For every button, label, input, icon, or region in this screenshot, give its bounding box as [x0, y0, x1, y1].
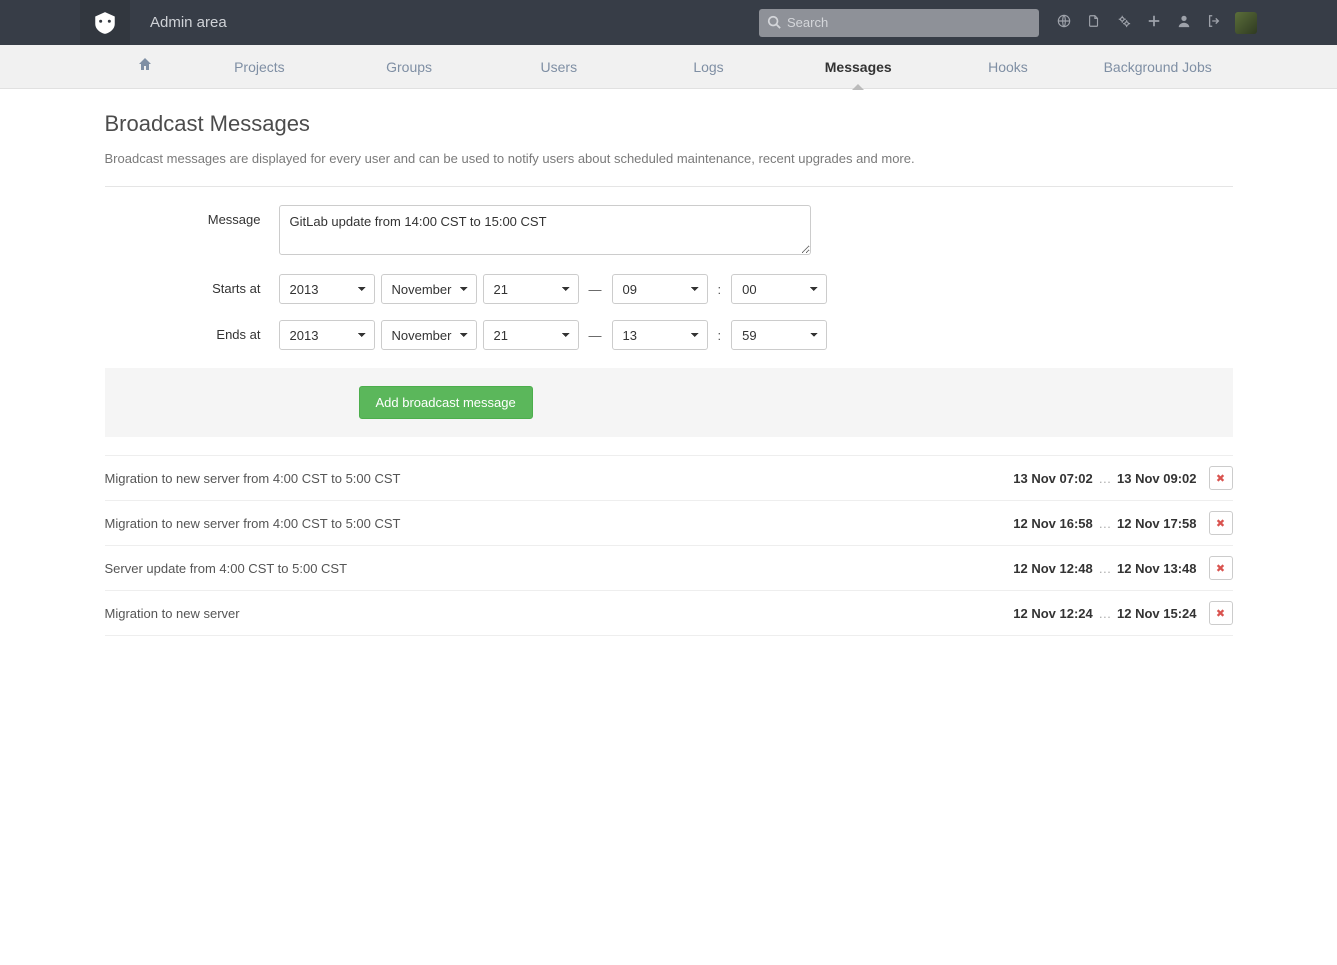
- ellipsis: …: [1096, 561, 1113, 576]
- list-item-text: Server update from 4:00 CST to 5:00 CST: [105, 561, 1014, 576]
- topbar-title: Admin area: [150, 14, 227, 31]
- list-item-dates: 12 Nov 12:24 … 12 Nov 15:24: [1013, 606, 1196, 621]
- ends-year-select[interactable]: 2013: [279, 320, 375, 350]
- nav-messages[interactable]: Messages: [783, 45, 933, 89]
- dash-separator: —: [585, 328, 606, 343]
- avatar[interactable]: [1235, 12, 1257, 34]
- list-item: Migration to new server 12 Nov 12:24 … 1…: [105, 591, 1233, 636]
- search-wrap: [759, 9, 1039, 37]
- form-row-starts-at: Starts at 2013 November 21 — 09 : 00: [105, 274, 1233, 304]
- ends-hour-select[interactable]: 13: [612, 320, 708, 350]
- content: Broadcast Messages Broadcast messages ar…: [105, 89, 1233, 636]
- list-item-text: Migration to new server: [105, 606, 1014, 621]
- delete-button[interactable]: ✖: [1209, 556, 1233, 580]
- nav-logs[interactable]: Logs: [634, 45, 784, 89]
- search-input[interactable]: [759, 9, 1039, 37]
- list-item: Server update from 4:00 CST to 5:00 CST …: [105, 546, 1233, 591]
- page-description: Broadcast messages are displayed for eve…: [105, 151, 1233, 166]
- remove-icon: ✖: [1216, 472, 1225, 485]
- subnav: Projects Groups Users Logs Messages Hook…: [0, 45, 1337, 89]
- list-item: Migration to new server from 4:00 CST to…: [105, 455, 1233, 501]
- globe-icon[interactable]: [1057, 14, 1071, 31]
- nav-background-jobs[interactable]: Background Jobs: [1083, 45, 1233, 89]
- files-icon[interactable]: [1087, 14, 1101, 31]
- delete-button[interactable]: ✖: [1209, 511, 1233, 535]
- nav-projects[interactable]: Projects: [185, 45, 335, 89]
- remove-icon: ✖: [1216, 517, 1225, 530]
- list-item-from: 12 Nov 16:58: [1013, 516, 1093, 531]
- ellipsis: …: [1096, 471, 1113, 486]
- dash-separator: —: [585, 282, 606, 297]
- ends-minute-select[interactable]: 59: [731, 320, 827, 350]
- search-icon: [767, 15, 781, 32]
- broadcast-messages-list: Migration to new server from 4:00 CST to…: [105, 455, 1233, 636]
- submit-bar: Add broadcast message: [105, 368, 1233, 437]
- divider: [105, 186, 1233, 187]
- delete-button[interactable]: ✖: [1209, 601, 1233, 625]
- home-icon: [137, 59, 153, 75]
- list-item-from: 12 Nov 12:48: [1013, 561, 1093, 576]
- list-item-text: Migration to new server from 4:00 CST to…: [105, 471, 1014, 486]
- delete-button[interactable]: ✖: [1209, 466, 1233, 490]
- remove-icon: ✖: [1216, 562, 1225, 575]
- ends-month-select[interactable]: November: [381, 320, 477, 350]
- form-row-message: Message GitLab update from 14:00 CST to …: [105, 205, 1233, 258]
- starts-at-label: Starts at: [105, 274, 279, 304]
- list-item-to: 12 Nov 15:24: [1117, 606, 1197, 621]
- ellipsis: …: [1096, 516, 1113, 531]
- list-item-dates: 12 Nov 16:58 … 12 Nov 17:58: [1013, 516, 1196, 531]
- list-item-to: 12 Nov 13:48: [1117, 561, 1197, 576]
- starts-year-select[interactable]: 2013: [279, 274, 375, 304]
- ends-day-select[interactable]: 21: [483, 320, 579, 350]
- colon-separator: :: [714, 282, 726, 297]
- form-row-ends-at: Ends at 2013 November 21 — 13 : 59: [105, 320, 1233, 350]
- app-logo[interactable]: [80, 0, 130, 45]
- signout-icon[interactable]: [1207, 14, 1221, 31]
- page-title: Broadcast Messages: [105, 111, 1233, 137]
- add-broadcast-button[interactable]: Add broadcast message: [359, 386, 533, 419]
- remove-icon: ✖: [1216, 607, 1225, 620]
- nav-home[interactable]: [105, 45, 185, 89]
- message-label: Message: [105, 205, 279, 258]
- list-item-from: 12 Nov 12:24: [1013, 606, 1093, 621]
- starts-day-select[interactable]: 21: [483, 274, 579, 304]
- nav-hooks[interactable]: Hooks: [933, 45, 1083, 89]
- list-item-to: 13 Nov 09:02: [1117, 471, 1197, 486]
- user-icon[interactable]: [1177, 14, 1191, 31]
- nav-groups[interactable]: Groups: [334, 45, 484, 89]
- list-item-dates: 12 Nov 12:48 … 12 Nov 13:48: [1013, 561, 1196, 576]
- list-item-dates: 13 Nov 07:02 … 13 Nov 09:02: [1013, 471, 1196, 486]
- message-textarea[interactable]: GitLab update from 14:00 CST to 15:00 CS…: [279, 205, 811, 255]
- cogs-icon[interactable]: [1117, 14, 1131, 31]
- nav-users[interactable]: Users: [484, 45, 634, 89]
- colon-separator: :: [714, 328, 726, 343]
- list-item: Migration to new server from 4:00 CST to…: [105, 501, 1233, 546]
- list-item-to: 12 Nov 17:58: [1117, 516, 1197, 531]
- starts-month-select[interactable]: November: [381, 274, 477, 304]
- starts-minute-select[interactable]: 00: [731, 274, 827, 304]
- starts-hour-select[interactable]: 09: [612, 274, 708, 304]
- topbar: Admin area: [0, 0, 1337, 45]
- plus-icon[interactable]: [1147, 14, 1161, 31]
- ends-at-label: Ends at: [105, 320, 279, 350]
- list-item-text: Migration to new server from 4:00 CST to…: [105, 516, 1014, 531]
- list-item-from: 13 Nov 07:02: [1013, 471, 1093, 486]
- topbar-icons: [1057, 14, 1221, 31]
- ellipsis: …: [1096, 606, 1113, 621]
